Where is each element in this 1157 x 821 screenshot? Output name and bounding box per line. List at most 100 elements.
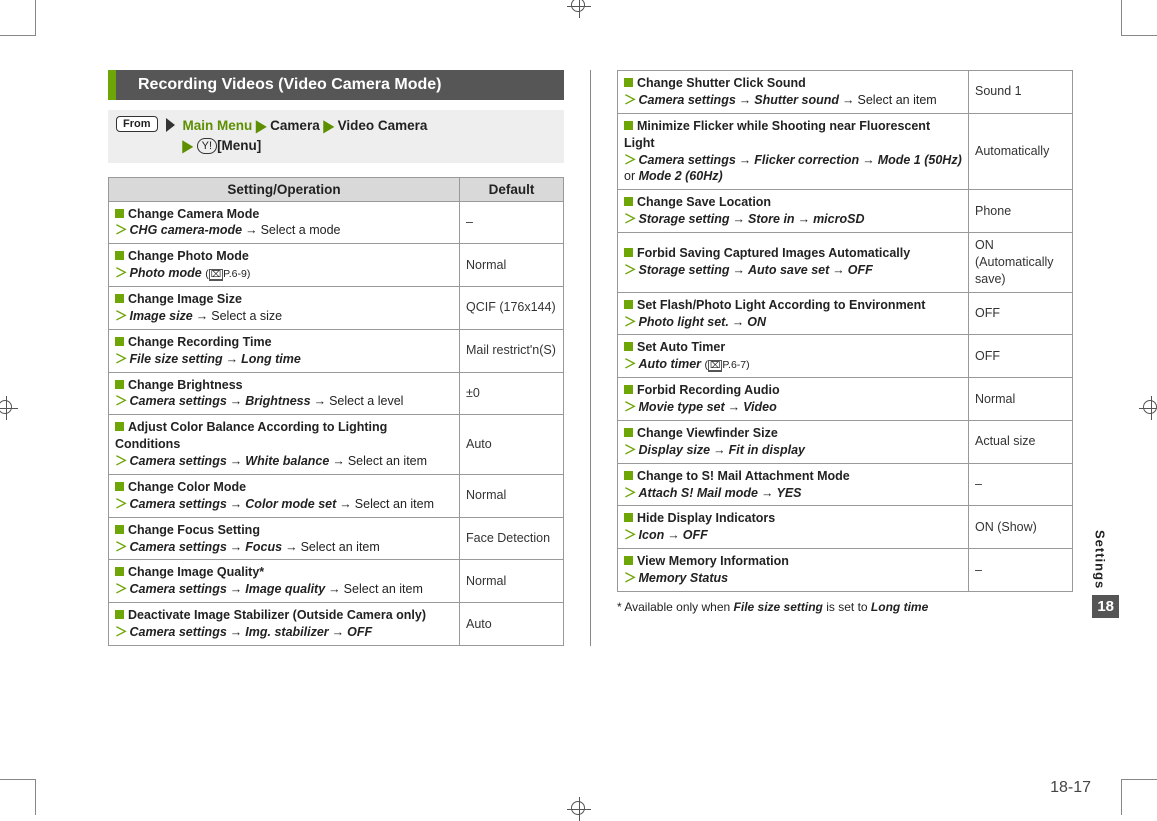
table-row: Change Focus Setting＞Camera settings→Foc… [109, 517, 564, 560]
setting-cell: Set Auto Timer ＞Auto timer (⌧P.6-7) [618, 335, 969, 378]
setting-cell: Change Image Quality*＞Camera settings→Im… [109, 560, 460, 603]
setting-cell: Change Viewfinder Size＞Display size→Fit … [618, 420, 969, 463]
right-column: Change Shutter Click Sound ＞Camera settin… [617, 70, 1073, 646]
default-cell: Face Detection [460, 517, 564, 560]
table-row: Change Camera Mode＞CHG camera-mode→Selec… [109, 201, 564, 244]
table-row: Change Image Size＞Image size→Select a si… [109, 287, 564, 330]
setting-cell: Set Flash/Photo Light According to Envir… [618, 292, 969, 335]
setting-title: Change Save Location [637, 195, 771, 209]
setting-title: Change Brightness [128, 378, 243, 392]
setting-cell: Deactivate Image Stabilizer (Outside Cam… [109, 603, 460, 646]
crop-mark [0, 0, 36, 36]
footnote-em: File size setting [734, 600, 823, 614]
bullet-icon [624, 300, 633, 309]
setting-title: Change Shutter Click Sound [637, 76, 806, 90]
setting-path: ＞File size setting→Long time [115, 351, 453, 368]
default-cell: Normal [460, 560, 564, 603]
setting-path: ＞Attach S! Mail mode→YES [624, 485, 962, 502]
setting-path: ＞CHG camera-mode→Select a mode [115, 222, 453, 239]
setting-cell: Change Camera Mode＞CHG camera-mode→Selec… [109, 201, 460, 244]
bullet-icon [624, 78, 633, 87]
section-title: Recording Videos (Video Camera Mode) [108, 70, 564, 100]
setting-title: Adjust Color Balance According to Lighti… [115, 420, 387, 451]
nav-camera: Camera [270, 118, 320, 133]
setting-path: ＞Movie type set→Video [624, 399, 962, 416]
col-default: Default [460, 177, 564, 201]
default-cell: Phone [969, 190, 1073, 233]
default-cell: Auto [460, 415, 564, 475]
setting-title: Change Camera Mode [128, 207, 259, 221]
setting-title: Change Photo Mode [128, 249, 249, 263]
setting-path: ＞Memory Status [624, 570, 962, 587]
setting-title: Set Flash/Photo Light According to Envir… [637, 298, 925, 312]
default-cell: ON (Automatically save) [969, 233, 1073, 293]
default-cell: OFF [969, 335, 1073, 378]
table-row: Forbid Recording Audio ＞Movie type set→Vi… [618, 378, 1073, 421]
nav-video-camera: Video Camera [338, 118, 428, 133]
setting-cell: Forbid Saving Captured Images Automatica… [618, 233, 969, 293]
bullet-icon [115, 294, 124, 303]
default-cell: Normal [969, 378, 1073, 421]
setting-cell: Change Brightness＞Camera settings→Bright… [109, 372, 460, 415]
setting-title: Change Image Size [128, 292, 242, 306]
setting-path: ＞Camera settings→Image quality→Select an… [115, 581, 453, 598]
table-row: Change Recording Time ＞File size setting→… [109, 329, 564, 372]
default-cell: Mail restrict'n(S) [460, 329, 564, 372]
settings-table-left: Setting/Operation Default Change Camera … [108, 177, 564, 646]
setting-path: ＞Auto timer (⌧P.6-7) [624, 356, 962, 373]
setting-cell: Change Photo Mode ＞Photo mode (⌧P.6-9) [109, 244, 460, 287]
table-row: Change to S! Mail Attachment Mode ＞Attach… [618, 463, 1073, 506]
setting-title: Change to S! Mail Attachment Mode [637, 469, 850, 483]
default-cell: Auto [460, 603, 564, 646]
table-row: Change Viewfinder Size＞Display size→Fit … [618, 420, 1073, 463]
setting-cell: Change Image Size＞Image size→Select a si… [109, 287, 460, 330]
setting-cell: View Memory Information ＞Memory Status [618, 549, 969, 592]
page-number: 18-17 [1050, 779, 1091, 797]
default-cell: Automatically [969, 113, 1073, 190]
bullet-icon [624, 513, 633, 522]
table-row: Adjust Color Balance According to Lighti… [109, 415, 564, 475]
setting-path: ＞Camera settings→Flicker correction→Mode… [624, 152, 962, 186]
registration-mark [567, 797, 591, 821]
navigation-path: From Main Menu ▶ Camera ▶ Video Camera ▶… [108, 110, 564, 163]
setting-path: ＞Display size→Fit in display [624, 442, 962, 459]
setting-path: ＞Storage setting→Auto save set→OFF [624, 262, 962, 279]
from-tag: From [116, 116, 158, 132]
setting-cell: Change Save Location ＞Storage setting→Sto… [618, 190, 969, 233]
bullet-icon [115, 337, 124, 346]
nav-text: Main Menu ▶ Camera ▶ Video Camera ▶ Y![M… [183, 116, 428, 157]
registration-mark [567, 0, 591, 18]
setting-path: ＞Camera settings→Brightness→Select a lev… [115, 393, 453, 410]
setting-title: Minimize Flicker while Shooting near Flu… [624, 119, 930, 150]
setting-path: ＞Camera settings→Shutter sound→Select an… [624, 92, 962, 109]
table-row: Change Image Quality*＞Camera settings→Im… [109, 560, 564, 603]
setting-path: ＞Camera settings→Focus→Select an item [115, 539, 453, 556]
default-cell: – [969, 549, 1073, 592]
setting-path: ＞Photo mode (⌧P.6-9) [115, 265, 453, 282]
setting-path: ＞Storage setting→Store in→microSD [624, 211, 962, 228]
setting-cell: Adjust Color Balance According to Lighti… [109, 415, 460, 475]
nav-main-menu: Main Menu [183, 118, 253, 133]
side-tab: Settings 18 [1092, 530, 1119, 618]
bullet-icon [115, 251, 124, 260]
bullet-icon [624, 248, 633, 257]
bullet-icon [624, 385, 633, 394]
setting-cell: Change Focus Setting＞Camera settings→Foc… [109, 517, 460, 560]
table-row: Forbid Saving Captured Images Automatica… [618, 233, 1073, 293]
default-cell: Actual size [969, 420, 1073, 463]
table-row: Minimize Flicker while Shooting near Flu… [618, 113, 1073, 190]
chevron-right-icon: ▶ [323, 114, 333, 138]
nav-menu-label: [Menu] [217, 138, 261, 153]
footnote-text: * Available only when [617, 600, 734, 614]
default-cell: QCIF (176x144) [460, 287, 564, 330]
setting-title: Set Auto Timer [637, 340, 725, 354]
softkey-icon: Y! [197, 138, 217, 154]
setting-cell: Forbid Recording Audio ＞Movie type set→Vi… [618, 378, 969, 421]
setting-title: Change Recording Time [128, 335, 272, 349]
footnote-em: Long time [871, 600, 928, 614]
setting-title: Forbid Recording Audio [637, 383, 780, 397]
bullet-icon [115, 567, 124, 576]
registration-mark [1139, 396, 1157, 420]
setting-cell: Hide Display Indicators＞Icon→OFF [618, 506, 969, 549]
setting-title: View Memory Information [637, 554, 789, 568]
